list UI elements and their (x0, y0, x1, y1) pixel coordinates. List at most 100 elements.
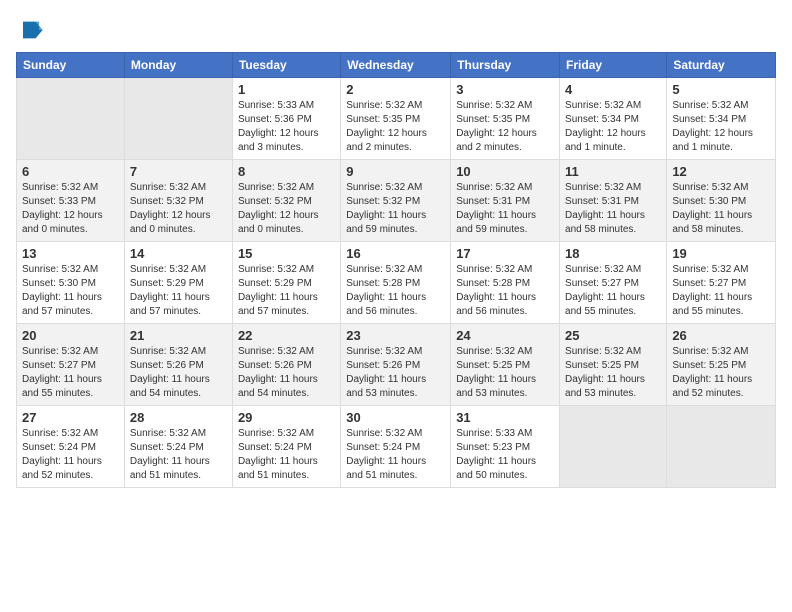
calendar-cell: 27 Sunrise: 5:32 AM Sunset: 5:24 PM Dayli… (17, 406, 125, 488)
day-info: Sunrise: 5:32 AM Sunset: 5:31 PM Dayligh… (456, 181, 554, 237)
day-number: 28 (130, 410, 227, 425)
logo (16, 16, 48, 44)
day-info: Sunrise: 5:32 AM Sunset: 5:26 PM Dayligh… (130, 345, 227, 401)
day-info: Sunrise: 5:32 AM Sunset: 5:24 PM Dayligh… (22, 427, 119, 483)
header-thursday: Thursday (451, 53, 560, 78)
day-info: Sunrise: 5:33 AM Sunset: 5:36 PM Dayligh… (238, 99, 335, 155)
calendar-cell: 8 Sunrise: 5:32 AM Sunset: 5:32 PM Daylig… (232, 160, 340, 242)
day-number: 5 (672, 82, 770, 97)
day-number: 19 (672, 246, 770, 261)
calendar-cell: 14Sunrise: 5:32 AM Sunset: 5:29 PM Dayli… (124, 242, 232, 324)
day-number: 30 (346, 410, 445, 425)
week-row-3: 13Sunrise: 5:32 AM Sunset: 5:30 PM Dayli… (17, 242, 776, 324)
day-info: Sunrise: 5:32 AM Sunset: 5:27 PM Dayligh… (565, 263, 661, 319)
calendar-cell: 19 Sunrise: 5:32 AM Sunset: 5:27 PM Dayli… (667, 242, 776, 324)
week-row-5: 27 Sunrise: 5:32 AM Sunset: 5:24 PM Dayli… (17, 406, 776, 488)
day-info: Sunrise: 5:32 AM Sunset: 5:24 PM Dayligh… (130, 427, 227, 483)
day-number: 27 (22, 410, 119, 425)
day-info: Sunrise: 5:32 AM Sunset: 5:27 PM Dayligh… (672, 263, 770, 319)
day-number: 7 (130, 164, 227, 179)
day-info: Sunrise: 5:32 AM Sunset: 5:25 PM Dayligh… (565, 345, 661, 401)
day-number: 29 (238, 410, 335, 425)
calendar-cell: 17 Sunrise: 5:32 AM Sunset: 5:28 PM Dayli… (451, 242, 560, 324)
header-sunday: Sunday (17, 53, 125, 78)
day-number: 2 (346, 82, 445, 97)
calendar-cell: 2 Sunrise: 5:32 AM Sunset: 5:35 PM Daylig… (341, 78, 451, 160)
calendar-cell: 3 Sunrise: 5:32 AM Sunset: 5:35 PM Daylig… (451, 78, 560, 160)
day-number: 31 (456, 410, 554, 425)
calendar-cell: 5Sunrise: 5:32 AM Sunset: 5:34 PM Daylig… (667, 78, 776, 160)
calendar-cell: 26 Sunrise: 5:32 AM Sunset: 5:25 PM Dayli… (667, 324, 776, 406)
day-info: Sunrise: 5:32 AM Sunset: 5:35 PM Dayligh… (456, 99, 554, 155)
day-info: Sunrise: 5:32 AM Sunset: 5:32 PM Dayligh… (130, 181, 227, 237)
calendar-cell: 7 Sunrise: 5:32 AM Sunset: 5:32 PM Daylig… (124, 160, 232, 242)
header-monday: Monday (124, 53, 232, 78)
calendar-cell: 13Sunrise: 5:32 AM Sunset: 5:30 PM Dayli… (17, 242, 125, 324)
calendar-cell: 11 Sunrise: 5:32 AM Sunset: 5:31 PM Dayli… (560, 160, 667, 242)
week-row-4: 20 Sunrise: 5:32 AM Sunset: 5:27 PM Dayli… (17, 324, 776, 406)
header-tuesday: Tuesday (232, 53, 340, 78)
day-info: Sunrise: 5:32 AM Sunset: 5:30 PM Dayligh… (672, 181, 770, 237)
calendar-cell (560, 406, 667, 488)
calendar-cell: 9 Sunrise: 5:32 AM Sunset: 5:32 PM Daylig… (341, 160, 451, 242)
day-info: Sunrise: 5:32 AM Sunset: 5:27 PM Dayligh… (22, 345, 119, 401)
day-info: Sunrise: 5:32 AM Sunset: 5:24 PM Dayligh… (238, 427, 335, 483)
calendar-cell: 12 Sunrise: 5:32 AM Sunset: 5:30 PM Dayli… (667, 160, 776, 242)
day-info: Sunrise: 5:32 AM Sunset: 5:32 PM Dayligh… (238, 181, 335, 237)
day-number: 3 (456, 82, 554, 97)
day-info: Sunrise: 5:32 AM Sunset: 5:25 PM Dayligh… (456, 345, 554, 401)
day-number: 17 (456, 246, 554, 261)
day-info: Sunrise: 5:32 AM Sunset: 5:25 PM Dayligh… (672, 345, 770, 401)
day-number: 11 (565, 164, 661, 179)
header-friday: Friday (560, 53, 667, 78)
day-info: Sunrise: 5:32 AM Sunset: 5:32 PM Dayligh… (346, 181, 445, 237)
day-info: Sunrise: 5:32 AM Sunset: 5:24 PM Dayligh… (346, 427, 445, 483)
day-number: 4 (565, 82, 661, 97)
calendar-cell: 18 Sunrise: 5:32 AM Sunset: 5:27 PM Dayli… (560, 242, 667, 324)
day-info: Sunrise: 5:32 AM Sunset: 5:33 PM Dayligh… (22, 181, 119, 237)
day-number: 9 (346, 164, 445, 179)
day-info: Sunrise: 5:32 AM Sunset: 5:28 PM Dayligh… (346, 263, 445, 319)
day-info: Sunrise: 5:32 AM Sunset: 5:26 PM Dayligh… (346, 345, 445, 401)
day-number: 18 (565, 246, 661, 261)
day-number: 6 (22, 164, 119, 179)
day-number: 20 (22, 328, 119, 343)
calendar-cell: 16 Sunrise: 5:32 AM Sunset: 5:28 PM Dayli… (341, 242, 451, 324)
day-number: 15 (238, 246, 335, 261)
day-info: Sunrise: 5:32 AM Sunset: 5:31 PM Dayligh… (565, 181, 661, 237)
calendar-cell: 6 Sunrise: 5:32 AM Sunset: 5:33 PM Daylig… (17, 160, 125, 242)
calendar-cell (17, 78, 125, 160)
header-saturday: Saturday (667, 53, 776, 78)
day-number: 8 (238, 164, 335, 179)
calendar-cell: 22Sunrise: 5:32 AM Sunset: 5:26 PM Dayli… (232, 324, 340, 406)
day-number: 26 (672, 328, 770, 343)
header-row: SundayMondayTuesdayWednesdayThursdayFrid… (17, 53, 776, 78)
day-number: 1 (238, 82, 335, 97)
week-row-1: 1 Sunrise: 5:33 AM Sunset: 5:36 PM Daylig… (17, 78, 776, 160)
calendar-cell: 25Sunrise: 5:32 AM Sunset: 5:25 PM Dayli… (560, 324, 667, 406)
calendar-cell: 20 Sunrise: 5:32 AM Sunset: 5:27 PM Dayli… (17, 324, 125, 406)
day-number: 16 (346, 246, 445, 261)
calendar-body: 1 Sunrise: 5:33 AM Sunset: 5:36 PM Daylig… (17, 78, 776, 488)
calendar-cell: 10Sunrise: 5:32 AM Sunset: 5:31 PM Dayli… (451, 160, 560, 242)
day-info: Sunrise: 5:32 AM Sunset: 5:28 PM Dayligh… (456, 263, 554, 319)
calendar-cell: 31 Sunrise: 5:33 AM Sunset: 5:23 PM Dayli… (451, 406, 560, 488)
day-number: 24 (456, 328, 554, 343)
calendar-cell: 4Sunrise: 5:32 AM Sunset: 5:34 PM Daylig… (560, 78, 667, 160)
calendar-cell: 24 Sunrise: 5:32 AM Sunset: 5:25 PM Dayli… (451, 324, 560, 406)
day-info: Sunrise: 5:33 AM Sunset: 5:23 PM Dayligh… (456, 427, 554, 483)
logo-icon (16, 16, 44, 44)
calendar-cell: 23 Sunrise: 5:32 AM Sunset: 5:26 PM Dayli… (341, 324, 451, 406)
page-header (16, 16, 776, 44)
calendar-cell: 29 Sunrise: 5:32 AM Sunset: 5:24 PM Dayli… (232, 406, 340, 488)
calendar-cell: 30 Sunrise: 5:32 AM Sunset: 5:24 PM Dayli… (341, 406, 451, 488)
day-number: 12 (672, 164, 770, 179)
calendar-cell (124, 78, 232, 160)
calendar-header: SundayMondayTuesdayWednesdayThursdayFrid… (17, 53, 776, 78)
calendar-cell: 15 Sunrise: 5:32 AM Sunset: 5:29 PM Dayli… (232, 242, 340, 324)
header-wednesday: Wednesday (341, 53, 451, 78)
day-number: 23 (346, 328, 445, 343)
day-number: 14 (130, 246, 227, 261)
day-info: Sunrise: 5:32 AM Sunset: 5:29 PM Dayligh… (238, 263, 335, 319)
day-info: Sunrise: 5:32 AM Sunset: 5:35 PM Dayligh… (346, 99, 445, 155)
